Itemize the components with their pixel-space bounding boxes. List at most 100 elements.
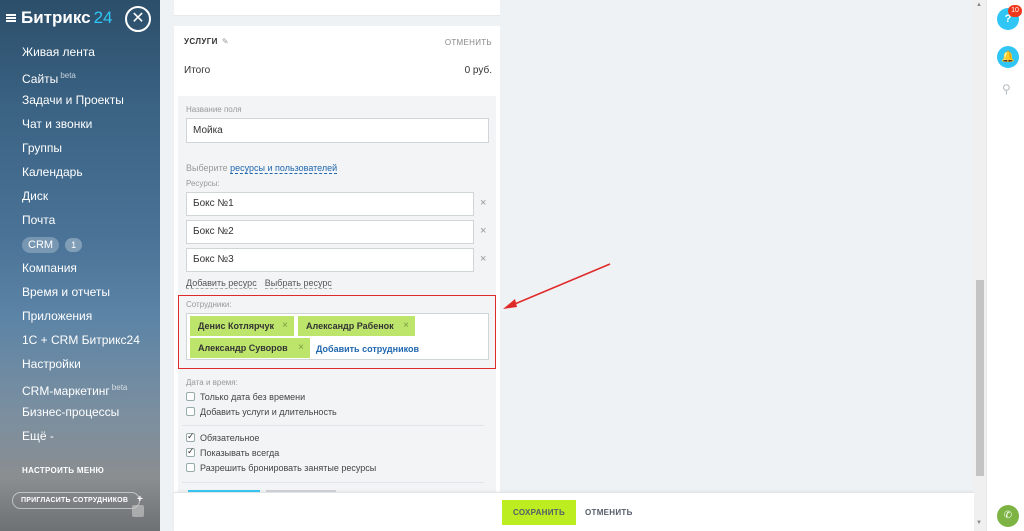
checkbox-icon[interactable] xyxy=(186,407,195,416)
beta-badge: beta xyxy=(60,71,76,80)
sidebar-item-1c-crm[interactable]: 1С + CRM Битрикс24 xyxy=(22,330,140,354)
sidebar-item-mail[interactable]: Почта xyxy=(22,210,140,234)
bell-icon[interactable]: 🔔 xyxy=(997,46,1019,68)
logo-row: Битрикс 24 ✕ xyxy=(0,0,160,36)
resource-input[interactable]: Бокс №3 xyxy=(186,248,474,272)
crm-count-badge: 1 xyxy=(65,238,83,252)
card-top xyxy=(174,0,500,16)
sidebar: Битрикс 24 ✕ Живая лента Сайты beta Задачи… xyxy=(0,0,160,531)
sidebar-menu: Живая лента Сайты beta Задачи и Проекты Ч… xyxy=(22,42,140,450)
sidebar-item-label: Живая лента xyxy=(22,45,95,59)
add-resource-link[interactable]: Добавить ресурс xyxy=(186,278,257,289)
logo[interactable]: Битрикс 24 xyxy=(21,8,113,28)
sidebar-item-sites[interactable]: Сайты beta xyxy=(22,66,140,90)
sidebar-item-label: Чат и звонки xyxy=(22,117,93,131)
resource-input[interactable]: Бокс №2 xyxy=(186,220,474,244)
sidebar-item-apps[interactable]: Приложения xyxy=(22,306,140,330)
choose-resources-link[interactable]: ресурсы и пользователей xyxy=(230,163,338,174)
cancel-button[interactable]: ОТМЕНИТЬ xyxy=(585,508,633,517)
sidebar-item-live-feed[interactable]: Живая лента xyxy=(22,42,140,66)
sidebar-item-chat[interactable]: Чат и звонки xyxy=(22,114,140,138)
sidebar-item-label: Компания xyxy=(22,261,77,275)
sidebar-item-time-reports[interactable]: Время и отчеты xyxy=(22,282,140,306)
card-gap xyxy=(174,16,500,26)
sidebar-item-business-processes[interactable]: Бизнес-процессы xyxy=(22,402,140,426)
checkbox-icon[interactable] xyxy=(186,463,195,472)
checkbox-icon[interactable] xyxy=(186,431,195,442)
checkbox-required[interactable]: Обязательное xyxy=(186,431,260,443)
resource-input[interactable]: Бокс №1 xyxy=(186,192,474,216)
datetime-label: Дата и время: xyxy=(186,378,238,387)
close-icon[interactable]: ✕ xyxy=(125,6,151,32)
scroll-up-icon[interactable]: ▲ xyxy=(976,2,982,8)
sidebar-item-crm[interactable]: CRM 1 xyxy=(22,234,140,258)
checkbox-icon[interactable] xyxy=(186,446,195,457)
sidebar-item-label: 1С + CRM Битрикс24 xyxy=(22,333,140,347)
invite-label: ПРИГЛАСИТЬ СОТРУДНИКОВ xyxy=(21,497,129,504)
highlight-box xyxy=(178,295,496,369)
checkbox-label: Обязательное xyxy=(200,433,260,443)
annotation-arrow xyxy=(503,263,611,309)
sidebar-item-disk[interactable]: Диск xyxy=(22,186,140,210)
choose-resource-link[interactable]: Выбрать ресурс xyxy=(264,278,332,289)
phone-icon[interactable]: ✆ xyxy=(997,505,1019,527)
services-header: УСЛУГИ ✎ xyxy=(184,37,229,46)
scroll-down-icon[interactable]: ▼ xyxy=(976,520,982,526)
services-cancel-link[interactable]: ОТМЕНИТЬ xyxy=(445,38,492,47)
checkbox-label: Добавить услуги и длительность xyxy=(200,407,337,417)
scrollbar-thumb[interactable] xyxy=(976,280,984,476)
pencil-icon[interactable]: ✎ xyxy=(222,37,229,46)
sidebar-item-more[interactable]: Ещё - xyxy=(22,426,140,450)
configure-menu-link[interactable]: НАСТРОИТЬ МЕНЮ xyxy=(22,466,104,475)
menu-icon[interactable] xyxy=(6,14,16,22)
sidebar-item-groups[interactable]: Группы xyxy=(22,138,140,162)
right-background xyxy=(500,0,974,492)
sidebar-item-label: Почта xyxy=(22,213,56,227)
services-title: УСЛУГИ xyxy=(184,37,218,46)
sidebar-item-label: Диск xyxy=(22,189,49,203)
checkbox-show-always[interactable]: Показывать всегда xyxy=(186,446,280,458)
printer-icon[interactable] xyxy=(132,505,144,517)
sidebar-item-label: Бизнес-процессы xyxy=(22,405,120,419)
sidebar-item-tasks[interactable]: Задачи и Проекты xyxy=(22,90,140,114)
sidebar-item-label: Задачи и Проекты xyxy=(22,93,124,107)
bottom-action-bar: СОХРАНИТЬ ОТМЕНИТЬ xyxy=(174,492,974,531)
sidebar-item-crm-marketing[interactable]: CRM-маркетинг beta xyxy=(22,378,140,402)
sidebar-item-label: CRM-маркетинг xyxy=(22,384,110,398)
beta-badge: beta xyxy=(111,383,128,392)
divider xyxy=(182,482,484,483)
divider xyxy=(182,425,484,426)
checkbox-label: Показывать всегда xyxy=(200,448,280,458)
sidebar-item-label: CRM xyxy=(22,237,60,253)
checkbox-allow-booking[interactable]: Разрешить бронировать занятые ресурсы xyxy=(186,463,376,473)
sidebar-item-calendar[interactable]: Календарь xyxy=(22,162,140,186)
right-toolbar: ? 10 🔔 ⚲ ✆ xyxy=(986,0,1024,531)
remove-resource-icon[interactable]: × xyxy=(480,225,486,237)
checkbox-add-services[interactable]: Добавить услуги и длительность xyxy=(186,407,337,417)
sidebar-item-label: Календарь xyxy=(22,165,83,179)
resources-label: Ресурсы: xyxy=(186,179,220,188)
sidebar-item-label: Настройки xyxy=(22,357,81,371)
search-icon[interactable]: ⚲ xyxy=(1002,82,1011,96)
remove-resource-icon[interactable]: × xyxy=(480,253,486,265)
sidebar-item-company[interactable]: Компания xyxy=(22,258,140,282)
choose-resources-line: Выберите ресурсы и пользователей xyxy=(186,163,338,174)
sidebar-item-settings[interactable]: Настройки xyxy=(22,354,140,378)
sidebar-item-label: Приложения xyxy=(22,309,93,323)
save-button[interactable]: СОХРАНИТЬ xyxy=(502,500,576,525)
left-strip xyxy=(160,0,174,531)
choose-prefix: Выберите xyxy=(186,163,228,173)
field-name-label: Название поля xyxy=(186,105,242,114)
checkbox-label: Разрешить бронировать занятые ресурсы xyxy=(200,463,377,473)
checkbox-label: Только дата без времени xyxy=(200,392,306,402)
invite-employees-button[interactable]: ПРИГЛАСИТЬ СОТРУДНИКОВ + xyxy=(12,492,143,509)
total-label: Итого xyxy=(184,65,211,76)
checkbox-icon[interactable] xyxy=(186,392,195,401)
sidebar-item-label: Сайты xyxy=(22,72,59,86)
remove-resource-icon[interactable]: × xyxy=(480,197,486,209)
field-name-input[interactable]: Мойка xyxy=(186,118,489,143)
checkbox-date-only[interactable]: Только дата без времени xyxy=(186,392,305,402)
sidebar-item-label: Ещё - xyxy=(22,429,54,443)
sidebar-item-label: Группы xyxy=(22,141,62,155)
logo-name: Битрикс xyxy=(21,8,91,27)
